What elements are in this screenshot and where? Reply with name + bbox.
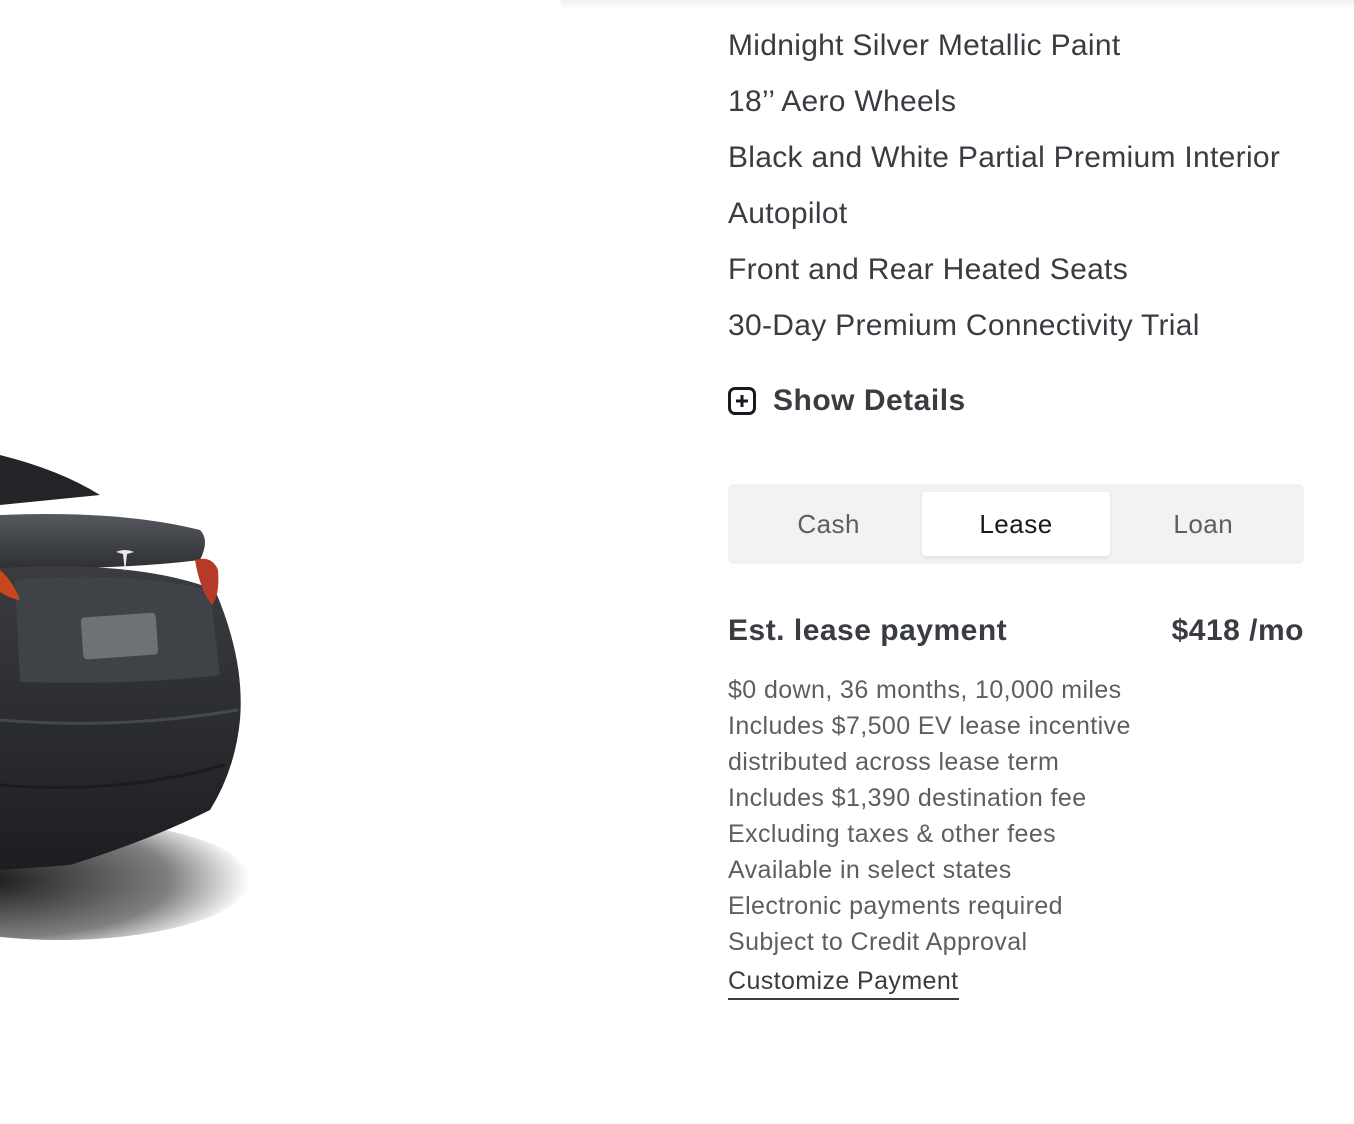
feature-item: 30-Day Premium Connectivity Trial [728, 309, 1200, 342]
tab-lease[interactable]: Lease [922, 492, 1110, 556]
lease-term-line: Subject to Credit Approval [728, 928, 1028, 956]
car-rear-illustration [0, 455, 250, 940]
configuration-panel: Midnight Silver Metallic Paint 18’’ Aero… [728, 26, 1304, 1000]
feature-list: Midnight Silver Metallic Paint 18’’ Aero… [728, 26, 1304, 346]
feature-item: Black and White Partial Premium Interior [728, 141, 1281, 174]
lease-term-line: Electronic payments required [728, 892, 1063, 920]
feature-item: Autopilot [728, 197, 848, 230]
lease-payment-value: $418 /mo [1171, 614, 1304, 647]
page: Midnight Silver Metallic Paint 18’’ Aero… [0, 0, 1354, 1124]
tab-cash[interactable]: Cash [735, 492, 922, 556]
lease-payment-row: Est. lease payment $418 /mo [728, 614, 1304, 648]
feature-item: 18’’ Aero Wheels [728, 85, 957, 118]
lease-term-line: Excluding taxes & other fees [728, 820, 1057, 848]
plus-square-icon [728, 387, 756, 415]
lease-term-line: distributed across lease term [728, 748, 1060, 776]
payment-type-tabs: Cash Lease Loan [728, 484, 1304, 564]
header-shadow [560, 0, 1354, 10]
show-details-button[interactable]: Show Details [728, 384, 1304, 418]
lease-payment-label: Est. lease payment [728, 614, 1008, 647]
lease-term-line: Includes $7,500 EV lease incentive [728, 712, 1131, 740]
lease-term-line: $0 down, 36 months, 10,000 miles [728, 676, 1122, 704]
lease-term-line: Includes $1,390 destination fee [728, 784, 1087, 812]
show-details-label: Show Details [773, 384, 966, 417]
lease-terms: $0 down, 36 months, 10,000 miles Include… [728, 672, 1304, 960]
feature-item: Front and Rear Heated Seats [728, 253, 1128, 286]
lease-term-line: Available in select states [728, 856, 1012, 884]
customize-payment-link[interactable]: Customize Payment [728, 964, 959, 1000]
feature-item: Midnight Silver Metallic Paint [728, 29, 1121, 62]
tab-loan[interactable]: Loan [1110, 492, 1297, 556]
car-image [0, 420, 270, 960]
